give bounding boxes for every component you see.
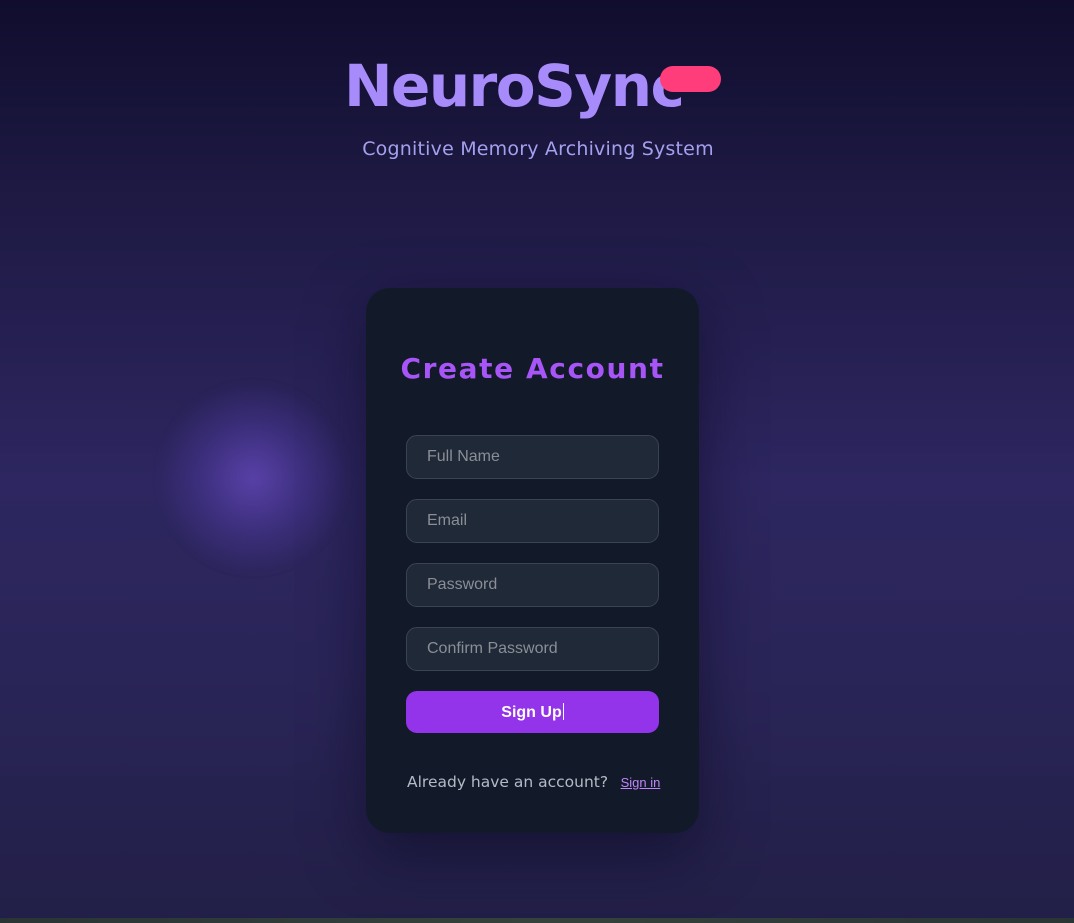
signin-prompt-text: Already have an account? xyxy=(407,773,609,791)
bottom-edge-strip xyxy=(0,918,1074,923)
sign-up-button-label: Sign Up xyxy=(501,703,562,721)
full-name-input[interactable] xyxy=(406,435,659,479)
app-subtitle: Cognitive Memory Archiving System xyxy=(362,138,714,160)
background-glow-orb xyxy=(158,383,348,573)
brand-header: NeuroSync xyxy=(0,50,1074,122)
signin-prompt: Already have an account? Sign in xyxy=(407,773,660,792)
sign-up-button[interactable]: Sign Up xyxy=(406,691,659,733)
text-cursor xyxy=(562,702,564,720)
card-title: Create Account xyxy=(400,352,665,385)
status-pill-badge xyxy=(660,66,721,92)
confirm-password-input[interactable] xyxy=(406,627,659,671)
app-title: NeuroSync xyxy=(344,52,685,120)
signup-card: Create Account Sign Up Already have an a… xyxy=(366,288,699,833)
password-input[interactable] xyxy=(406,563,659,607)
sign-in-link[interactable]: Sign in xyxy=(621,775,661,790)
email-input[interactable] xyxy=(406,499,659,543)
